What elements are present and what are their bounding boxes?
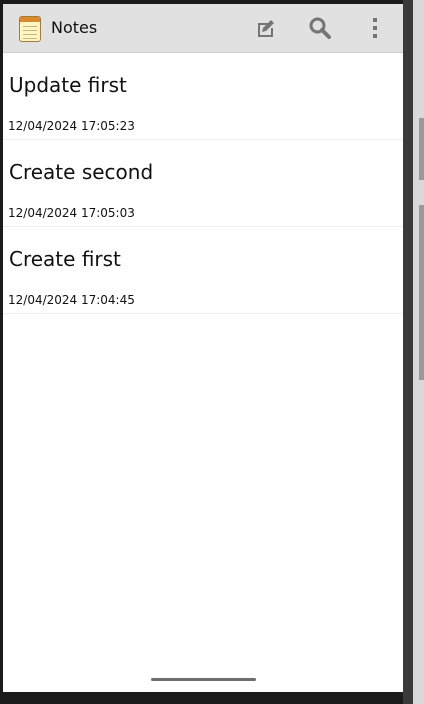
note-list-item[interactable]: Update first 12/04/2024 17:05:23 — [3, 53, 403, 140]
search-icon — [309, 17, 331, 39]
power-button — [419, 205, 424, 380]
new-note-button[interactable] — [250, 12, 282, 44]
note-title: Update first — [9, 73, 127, 97]
note-timestamp: 12/04/2024 17:04:45 — [8, 293, 135, 307]
note-list-item[interactable]: Create second 12/04/2024 17:05:03 — [3, 140, 403, 227]
device-frame: Notes Update first 12/04/2024 17:05:23 C… — [0, 0, 424, 704]
note-list: Update first 12/04/2024 17:05:23 Create … — [3, 53, 403, 314]
search-button[interactable] — [304, 12, 336, 44]
note-timestamp: 12/04/2024 17:05:03 — [8, 206, 135, 220]
more-vert-icon — [373, 18, 377, 38]
new-note-icon — [258, 20, 274, 37]
screen: Notes Update first 12/04/2024 17:05:23 C… — [3, 4, 403, 692]
volume-button — [419, 118, 424, 180]
notepad-icon — [19, 16, 41, 42]
home-indicator[interactable] — [151, 678, 256, 681]
app-title: Notes — [51, 18, 98, 37]
note-timestamp: 12/04/2024 17:05:23 — [8, 119, 135, 133]
note-list-item[interactable]: Create first 12/04/2024 17:04:45 — [3, 227, 403, 314]
action-bar: Notes — [3, 4, 403, 53]
note-title: Create second — [9, 160, 154, 184]
note-title: Create first — [9, 247, 121, 271]
overflow-menu-button[interactable] — [359, 12, 391, 44]
